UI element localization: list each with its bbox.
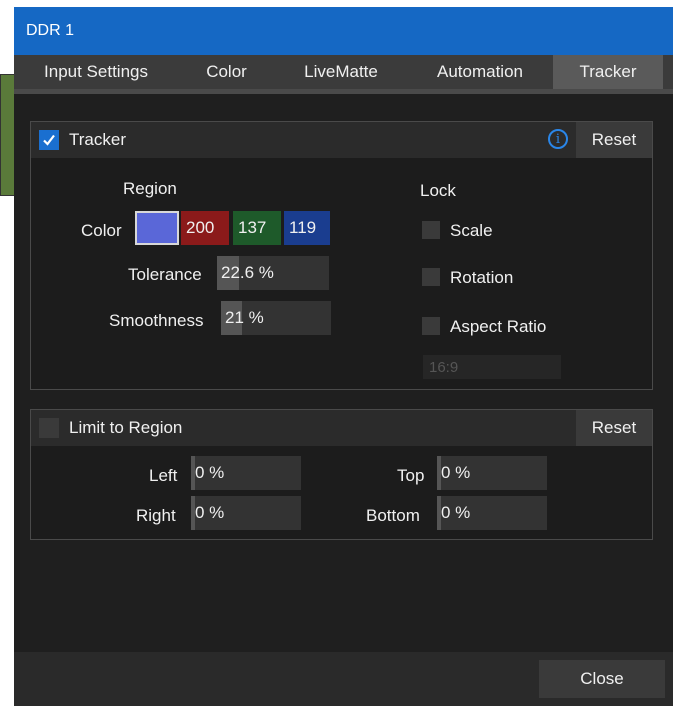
color-swatch[interactable] [135,211,179,245]
tab-livematte[interactable]: LiveMatte [275,55,407,89]
tracker-header: Tracker i Reset [31,122,652,158]
ddr-dialog: DDR 1 Input Settings Color LiveMatte Aut… [14,7,673,706]
window-title: DDR 1 [26,22,75,39]
tab-bar: Input Settings Color LiveMatte Automatio… [14,55,673,94]
limit-region-section: Limit to Region Reset Left 0 % Right 0 %… [30,409,653,540]
tracker-reset-button[interactable]: Reset [576,122,652,158]
close-button[interactable]: Close [539,660,665,698]
red-channel-field[interactable]: 200 [181,211,229,245]
smoothness-label: Smoothness [109,311,204,330]
tolerance-field[interactable]: 22.6 % [217,256,329,290]
lock-aspect-ratio-label: Aspect Ratio [450,317,547,336]
bottom-value: 0 % [441,503,471,522]
lock-rotation-label: Rotation [450,268,514,287]
checkmark-icon [43,134,55,146]
tolerance-label: Tolerance [128,265,202,284]
limit-region-checkbox[interactable] [39,418,59,438]
right-value: 0 % [195,503,225,522]
tracker-enable-checkbox[interactable] [39,130,59,150]
blue-channel-field[interactable]: 119 [284,211,330,245]
tab-color[interactable]: Color [178,55,275,89]
tracker-section: Tracker i Reset Region Color 200 137 119… [30,121,653,390]
top-label: Top [397,466,425,485]
title-bar: DDR 1 [14,7,673,55]
lock-scale-label: Scale [450,221,493,240]
right-label: Right [136,506,176,525]
lock-rotation-checkbox[interactable] [422,268,440,286]
tab-tracker[interactable]: Tracker [553,55,663,89]
tracker-title: Tracker [69,130,126,149]
smoothness-field[interactable]: 21 % [221,301,331,335]
right-field[interactable]: 0 % [191,496,301,530]
region-heading: Region [123,179,177,198]
limit-region-title: Limit to Region [69,418,183,437]
left-label: Left [149,466,178,485]
top-value: 0 % [441,463,471,482]
info-icon[interactable]: i [548,129,568,149]
left-field[interactable]: 0 % [191,456,301,490]
top-field[interactable]: 0 % [437,456,547,490]
tab-input-settings[interactable]: Input Settings [14,55,178,89]
bottom-field[interactable]: 0 % [437,496,547,530]
dialog-footer: Close [14,652,673,706]
lock-aspect-ratio-checkbox[interactable] [422,317,440,335]
left-value: 0 % [195,463,225,482]
smoothness-value: 21 % [225,308,264,327]
green-channel-field[interactable]: 137 [233,211,281,245]
aspect-ratio-field: 16:9 [423,355,561,379]
tolerance-value: 22.6 % [221,263,274,282]
lock-heading: Lock [420,181,456,200]
lock-scale-checkbox[interactable] [422,221,440,239]
tab-automation[interactable]: Automation [407,55,553,89]
color-label: Color [81,221,122,240]
bottom-label: Bottom [366,506,420,525]
limit-region-header: Limit to Region Reset [31,410,652,446]
limit-reset-button[interactable]: Reset [576,410,652,446]
